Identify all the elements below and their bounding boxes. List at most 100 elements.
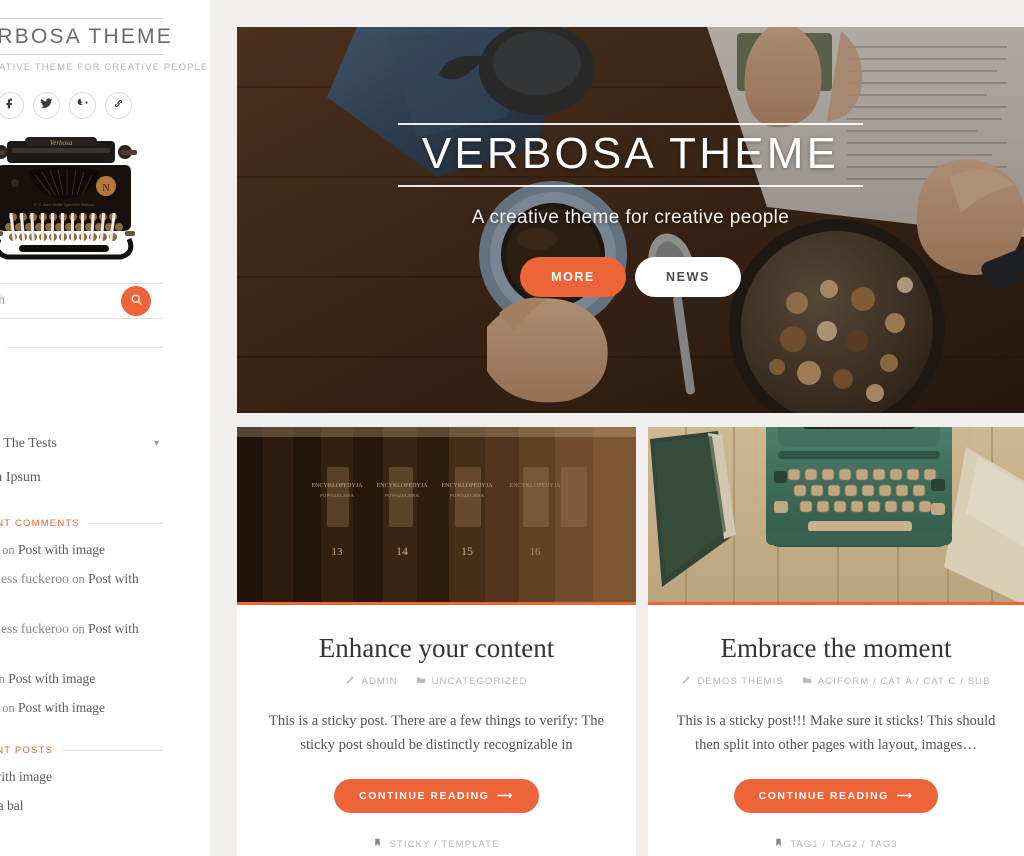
- continue-reading-label: CONTINUE READING: [758, 790, 889, 803]
- comment-on-word: on: [2, 700, 15, 715]
- continue-reading-button[interactable]: CONTINUE READING ⟶: [334, 779, 539, 814]
- social-links: [0, 92, 163, 119]
- widget-title-menu: MENU: [0, 342, 163, 353]
- svg-text:N: N: [102, 183, 109, 194]
- typewriter-illustration: Verbosa N R. C. Allen Visible Typewriter…: [0, 137, 137, 260]
- post-tags-label: STICKY / TEMPLATE: [389, 838, 500, 850]
- post-tags[interactable]: TAG1 / TAG2 / TAG3: [674, 837, 998, 851]
- list-item[interactable]: admin on Post with image: [0, 536, 163, 565]
- site-tagline: A CREATIVE THEME FOR CREATIVE PEOPLE: [0, 62, 209, 73]
- hero-banner: VERBOSA THEME A creative theme for creat…: [237, 27, 1024, 413]
- post-thumbnail[interactable]: ENCYKLOPEDYJA POWSZECHNA 13 ENCYKLOPEDYJ…: [237, 427, 636, 605]
- facebook-icon: [4, 97, 17, 115]
- sidebar-item-lorem-ipsum[interactable]: Lorem Ipsum: [0, 461, 163, 495]
- widget-title-text: RECENT POSTS: [0, 745, 54, 757]
- widget-title-recent-comments: RECENT COMMENTS: [0, 518, 163, 529]
- post-cta-wrap: CONTINUE READING ⟶: [674, 779, 998, 814]
- pencil-icon: [681, 675, 691, 688]
- hero-subtitle: A creative theme for creative people: [471, 207, 790, 228]
- widget-title-rule: [6, 347, 163, 348]
- comment-author: Nameless fuckeroo: [0, 570, 69, 586]
- arrow-right-icon: ⟶: [497, 790, 514, 803]
- sidebar-inner: VERBOSA THEME A CREATIVE THEME FOR CREAT…: [0, 0, 209, 821]
- sidebar-item-home[interactable]: Home: [0, 359, 163, 393]
- google-plus-icon: [76, 97, 89, 115]
- site-branding[interactable]: VERBOSA THEME: [0, 18, 171, 55]
- sidebar-item-blog[interactable]: Blog: [0, 393, 163, 427]
- search-icon: [130, 293, 143, 309]
- search-submit-button[interactable]: [121, 286, 151, 316]
- widget-recent-comments: RECENT COMMENTS admin on Post with image…: [0, 518, 163, 722]
- post-cta-wrap: CONTINUE READING ⟶: [263, 779, 610, 814]
- post-tags[interactable]: STICKY / TEMPLATE: [263, 837, 610, 851]
- theme-preview-page: VERBOSA THEME A CREATIVE THEME FOR CREAT…: [0, 0, 1024, 856]
- search-form[interactable]: [0, 283, 163, 319]
- post-excerpt: This is a sticky post. There are a few t…: [269, 713, 604, 753]
- list-item[interactable]: Post with image: [0, 763, 163, 792]
- svg-text:R. C. Allen Visible Typewriter: R. C. Allen Visible Typewriter Verbosa: [34, 203, 94, 207]
- post-body: Enhance your content ADMIN UNCATEGORIZED…: [237, 605, 636, 856]
- widget-recent-posts: RECENT POSTS Post with image Bla bla bal: [0, 745, 163, 821]
- social-link-twitter[interactable]: [32, 92, 60, 119]
- list-item[interactable]: Jane on Post with image: [0, 665, 163, 694]
- list-item[interactable]: Nameless fuckeroo on Post with image: [0, 565, 163, 615]
- post-card[interactable]: Embrace the moment DEMOS THEMIS ACIFORM …: [648, 427, 1024, 856]
- post-meta: ADMIN UNCATEGORIZED: [263, 675, 610, 688]
- list-item[interactable]: Nameless fuckeroo on Post with image: [0, 615, 163, 665]
- social-link-website[interactable]: [104, 92, 132, 119]
- post-author[interactable]: DEMOS THEMIS: [681, 675, 783, 688]
- pencil-icon: [345, 675, 355, 688]
- hero-content: VERBOSA THEME A creative theme for creat…: [237, 123, 1024, 297]
- post-author[interactable]: ADMIN: [345, 675, 397, 688]
- comment-on-word: on: [0, 671, 5, 686]
- post-category-label: UNCATEGORIZED: [431, 676, 528, 688]
- post-card[interactable]: ENCYKLOPEDYJA POWSZECHNA 13 ENCYKLOPEDYJ…: [237, 427, 636, 856]
- post-title[interactable]: Enhance your content: [263, 633, 610, 664]
- recent-comments-list: admin on Post with image Nameless fucker…: [0, 536, 163, 722]
- widget-title-recent-posts: RECENT POSTS: [0, 745, 163, 756]
- post-excerpt: This is a sticky post!!! Make sure it st…: [676, 713, 996, 753]
- post-thumbnail[interactable]: [648, 427, 1024, 605]
- chevron-down-icon[interactable]: ▾: [154, 439, 159, 449]
- widget-title-rule: [62, 750, 163, 752]
- list-item[interactable]: admin on Post with image: [0, 694, 163, 723]
- main-content: VERBOSA THEME A creative theme for creat…: [210, 0, 1024, 856]
- post-category[interactable]: ACIFORM / CAT A / CAT C / SUB: [802, 675, 991, 688]
- comment-post-title[interactable]: Post with image: [18, 542, 105, 557]
- folder-icon: [416, 675, 426, 688]
- post-category[interactable]: UNCATEGORIZED: [416, 675, 528, 688]
- arrow-right-icon: ⟶: [896, 790, 914, 803]
- comment-post-title[interactable]: Post with image: [8, 671, 95, 686]
- comment-on-word: on: [2, 543, 15, 557]
- menu-item-label: About The Tests: [0, 436, 57, 451]
- post-meta: DEMOS THEMIS ACIFORM / CAT A / CAT C / S…: [674, 675, 998, 688]
- social-link-google-plus[interactable]: [68, 92, 96, 119]
- recent-posts-list: Post with image Bla bla bal: [0, 763, 163, 821]
- continue-reading-button[interactable]: CONTINUE READING ⟶: [733, 779, 939, 814]
- post-body: Embrace the moment DEMOS THEMIS ACIFORM …: [648, 605, 1024, 856]
- hero-news-button[interactable]: NEWS: [635, 257, 741, 297]
- widget-title-text: RECENT COMMENTS: [0, 518, 80, 529]
- nav-menu: Home Blog About The Tests ▾ Lorem Ipsum: [0, 359, 163, 495]
- svg-text:Verbosa: Verbosa: [50, 139, 73, 147]
- list-item[interactable]: Bla bla bal: [0, 792, 163, 821]
- library-books-photo: ENCYKLOPEDYJA POWSZECHNA 13 ENCYKLOPEDYJ…: [237, 427, 636, 602]
- hero-buttons: MORE NEWS: [237, 257, 1024, 297]
- bookmark-icon: [373, 837, 382, 851]
- continue-reading-label: CONTINUE READING: [359, 790, 490, 803]
- widget-title-rule: [88, 523, 163, 524]
- sidebar: VERBOSA THEME A CREATIVE THEME FOR CREAT…: [0, 0, 210, 856]
- hero-more-button[interactable]: MORE: [520, 257, 626, 297]
- widget-menu: MENU Home Blog About The Tests ▾ L: [0, 342, 163, 495]
- hero-title-wrap: VERBOSA THEME: [397, 123, 864, 187]
- comment-post-title[interactable]: Post with image: [18, 700, 105, 715]
- typewriter-illustration-wrap: Verbosa N R. C. Allen Visible Typewriter…: [0, 135, 163, 267]
- post-cards: ENCYKLOPEDYJA POWSZECHNA 13 ENCYKLOPEDYJ…: [237, 427, 1024, 856]
- social-link-facebook[interactable]: [0, 92, 24, 119]
- comment-author: Nameless fuckeroo: [0, 620, 69, 636]
- post-category-label: ACIFORM / CAT A / CAT C / SUB: [817, 676, 991, 688]
- post-author-label: ADMIN: [361, 676, 398, 688]
- post-title[interactable]: Embrace the moment: [674, 633, 998, 664]
- green-typewriter-photo: [648, 427, 1024, 602]
- sidebar-item-about-the-tests[interactable]: About The Tests ▾: [0, 427, 163, 461]
